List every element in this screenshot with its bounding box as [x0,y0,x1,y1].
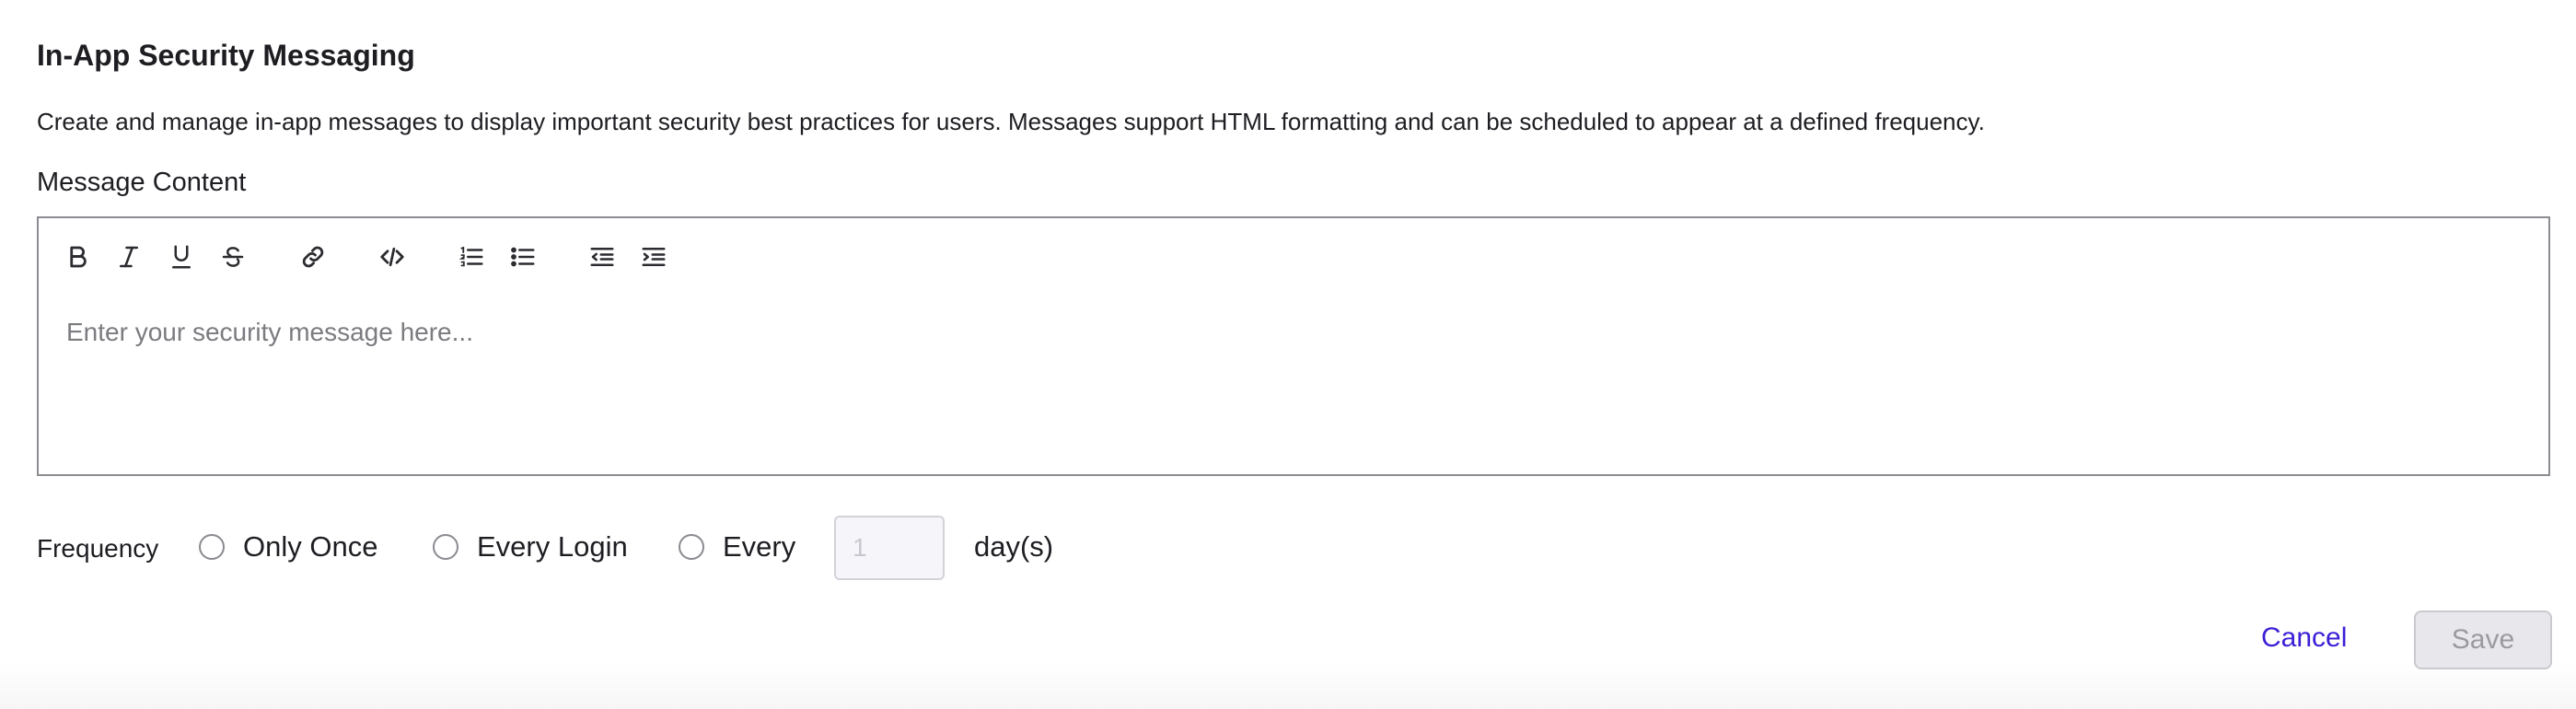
italic-icon[interactable] [110,238,147,275]
radio-every-login[interactable] [433,534,458,560]
cancel-button[interactable]: Cancel [2261,622,2347,654]
days-input[interactable] [834,516,945,580]
ordered-list-icon[interactable] [453,238,490,275]
code-icon[interactable] [374,238,411,275]
radio-label-every[interactable]: Every [723,530,795,564]
radio-label-every-login[interactable]: Every Login [477,530,628,564]
radio-only-once[interactable] [199,534,225,560]
message-editor[interactable]: Enter your security message here... [37,216,2550,476]
page-title: In-App Security Messaging [37,39,415,72]
bold-icon[interactable] [59,238,96,275]
days-suffix-label: day(s) [974,530,1054,563]
frequency-label: Frequency [37,534,159,563]
link-icon[interactable] [295,238,331,275]
message-content-label: Message Content [37,168,247,197]
page-description: Create and manage in-app messages to dis… [37,108,1985,135]
bullet-list-icon[interactable] [505,238,541,275]
underline-icon[interactable] [163,238,200,275]
page-footer-shade [0,663,2576,709]
outdent-icon[interactable] [584,238,621,275]
strikethrough-icon[interactable] [215,238,251,275]
message-placeholder[interactable]: Enter your security message here... [66,318,473,347]
radio-label-only-once[interactable]: Only Once [243,530,377,564]
radio-every-days[interactable] [679,534,704,560]
save-button[interactable]: Save [2414,610,2552,669]
indent-icon[interactable] [635,238,672,275]
